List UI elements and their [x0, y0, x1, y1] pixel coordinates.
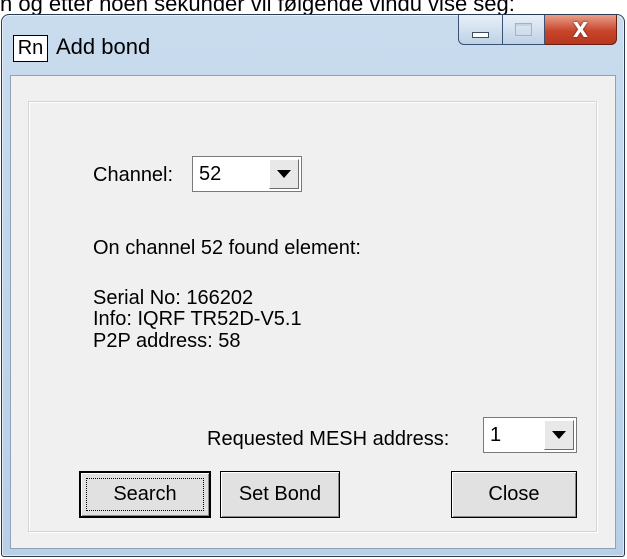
mesh-dropdown-button[interactable]	[544, 420, 574, 450]
close-button-label: Close	[488, 483, 540, 505]
search-button-label: Search	[113, 483, 177, 505]
channel-select[interactable]: 52	[192, 156, 302, 192]
channel-label: Channel:	[93, 164, 174, 186]
p2p-address-text: P2P address: 58	[93, 330, 241, 352]
minimize-button[interactable]	[458, 15, 503, 45]
close-button[interactable]: Close	[451, 471, 577, 518]
app-icon[interactable]: Rn	[13, 35, 48, 62]
info-text: Info: IQRF TR52D-V5.1	[93, 308, 302, 330]
found-element-text: On channel 52 found element:	[93, 237, 361, 259]
maximize-icon	[515, 23, 532, 36]
chevron-down-icon	[552, 431, 566, 439]
mesh-address-label: Requested MESH address:	[207, 428, 450, 450]
chevron-down-icon	[277, 170, 291, 178]
search-button[interactable]: Search	[79, 471, 211, 518]
close-icon: X	[572, 17, 589, 42]
set-bond-button-label: Set Bond	[238, 483, 322, 505]
mesh-address-select-value: 1	[490, 424, 502, 446]
caption-buttons: X	[458, 15, 617, 45]
add-bond-dialog: Rn Add bond X Channel: 52 On channel 52 …	[1, 14, 625, 557]
channel-dropdown-button[interactable]	[269, 159, 299, 189]
maximize-button[interactable]	[503, 15, 545, 45]
mesh-address-select[interactable]: 1	[483, 417, 577, 453]
title-bar[interactable]: Rn Add bond X	[2, 15, 624, 75]
minimize-icon	[472, 31, 489, 38]
close-window-button[interactable]: X	[545, 15, 617, 45]
document-background-text: n og etter noen sekunder vil følgende vi…	[0, 0, 515, 14]
set-bond-button[interactable]: Set Bond	[220, 471, 340, 518]
channel-select-value: 52	[199, 163, 222, 185]
dialog-client-area: Channel: 52 On channel 52 found element:…	[10, 75, 616, 549]
window-title: Add bond	[56, 34, 151, 59]
